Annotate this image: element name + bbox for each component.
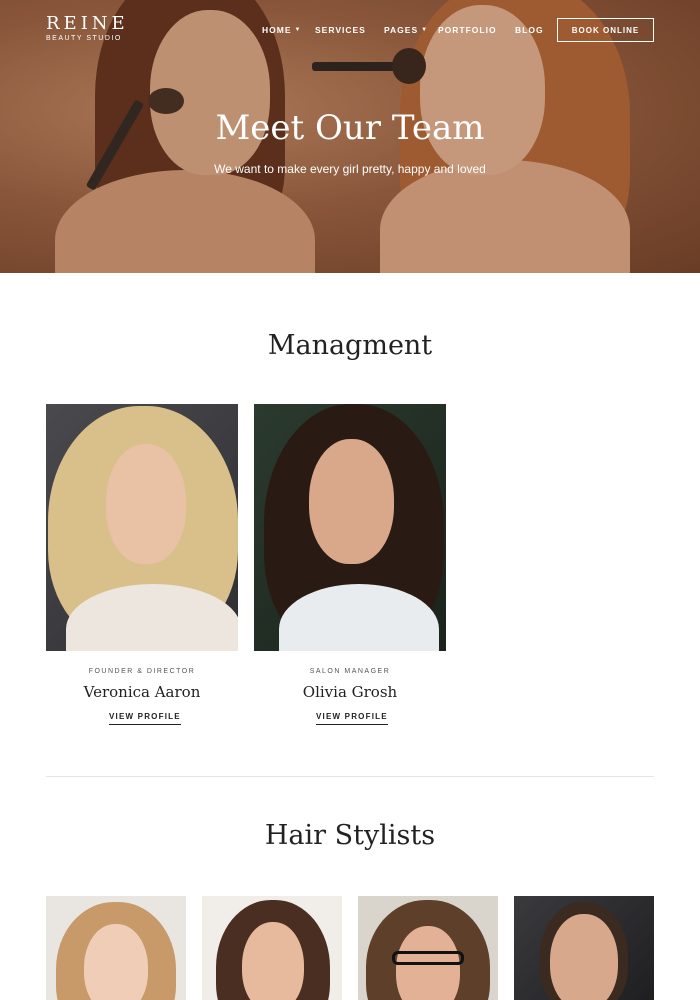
view-profile-link[interactable]: VIEW PROFILE (316, 712, 388, 725)
stylist-photo-4[interactable] (514, 896, 654, 1000)
chevron-down-icon: ▼ (421, 27, 429, 33)
stylist-photo-2[interactable] (202, 896, 342, 1000)
book-online-button[interactable]: BOOK ONLINE (557, 18, 654, 42)
photo-face (550, 914, 618, 1000)
nav-pages[interactable]: PAGES ▼ (384, 25, 428, 35)
hero-banner: REINE BEAUTY STUDIO HOME ▼ SERVICES PAGES… (0, 0, 700, 273)
section-title-hair-stylists: Hair Stylists (264, 820, 436, 851)
nav-services[interactable]: SERVICES (315, 25, 366, 35)
nav-portfolio[interactable]: PORTFOLIO (438, 25, 497, 35)
member-name: Olivia Grosh (302, 683, 398, 701)
page-subtitle: We want to make every girl pretty, happy… (214, 162, 486, 176)
member-photo-olivia[interactable] (254, 404, 446, 651)
nav-home-label: HOME (262, 25, 292, 35)
nav-services-label: SERVICES (315, 25, 366, 35)
nav-home[interactable]: HOME ▼ (262, 25, 301, 35)
stylist-photo-1[interactable] (46, 896, 186, 1000)
nav-portfolio-label: PORTFOLIO (438, 25, 497, 35)
site-logo[interactable]: REINE BEAUTY STUDIO (46, 14, 129, 43)
member-role: FOUNDER & DIRECTOR (88, 668, 196, 675)
nav-pages-label: PAGES (384, 25, 419, 35)
photo-face (309, 439, 394, 564)
nav-blog-label: BLOG (515, 25, 544, 35)
chevron-down-icon: ▼ (294, 27, 302, 33)
logo-tagline: BEAUTY STUDIO (46, 35, 122, 42)
photo-face (242, 922, 304, 1000)
page-title: Meet Our Team (215, 108, 485, 148)
view-profile-link[interactable]: VIEW PROFILE (109, 712, 181, 725)
logo-wordmark: REINE (46, 13, 129, 34)
section-divider (46, 776, 654, 777)
member-photo-veronica[interactable] (46, 404, 238, 651)
member-name: Veronica Aaron (83, 683, 201, 701)
section-title-management: Managment (267, 330, 433, 361)
glasses-icon (392, 951, 464, 965)
photo-face (84, 924, 148, 1000)
photo-face (106, 444, 186, 564)
stylist-photo-3[interactable] (358, 896, 498, 1000)
nav-blog[interactable]: BLOG (515, 25, 544, 35)
member-role: SALON MANAGER (309, 668, 391, 675)
